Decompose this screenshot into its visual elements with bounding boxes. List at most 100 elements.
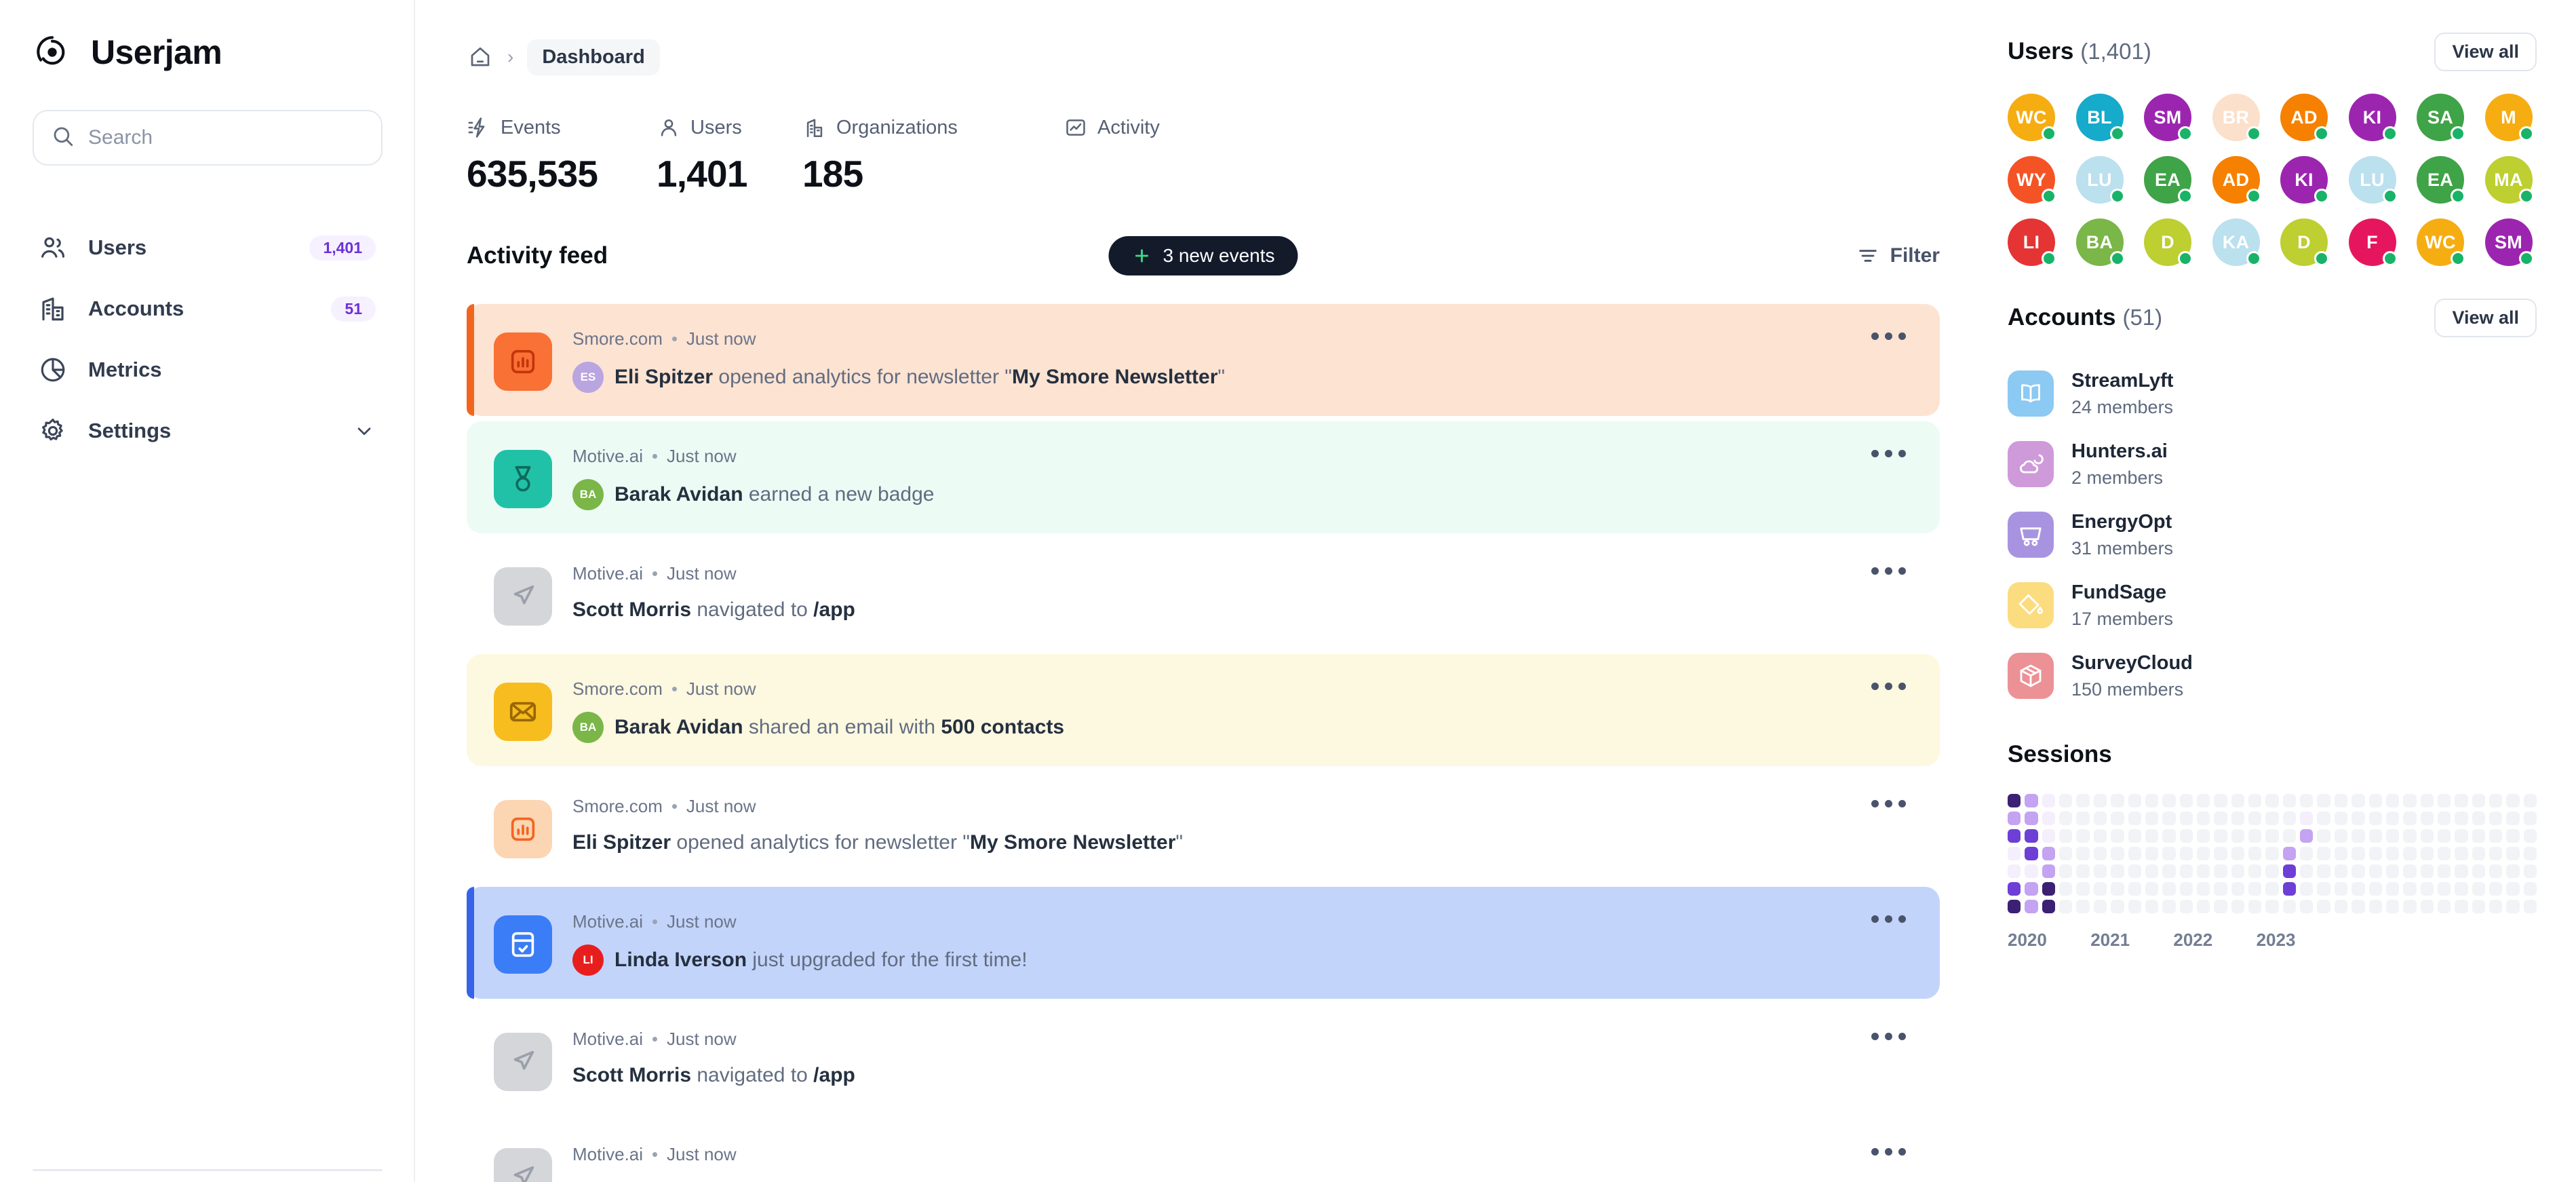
- heatmap-cell[interactable]: [2111, 882, 2124, 896]
- heatmap-cell[interactable]: [2025, 882, 2038, 896]
- heatmap-cell[interactable]: [2145, 794, 2159, 807]
- heatmap-cell[interactable]: [2145, 900, 2159, 913]
- heatmap-cell[interactable]: [2420, 847, 2434, 860]
- heatmap-cell[interactable]: [2317, 829, 2330, 843]
- heatmap-cell[interactable]: [2437, 882, 2451, 896]
- heatmap-cell[interactable]: [2368, 882, 2382, 896]
- avatar[interactable]: WY: [2008, 156, 2056, 204]
- heatmap-cell[interactable]: [2523, 812, 2537, 825]
- heatmap-cell[interactable]: [2351, 829, 2365, 843]
- heatmap-cell[interactable]: [2145, 847, 2159, 860]
- heatmap-cell[interactable]: [2214, 900, 2227, 913]
- heatmap-cell[interactable]: [2506, 812, 2520, 825]
- heatmap-cell[interactable]: [2093, 900, 2107, 913]
- heatmap-cell[interactable]: [2368, 829, 2382, 843]
- heatmap-cell[interactable]: [2437, 812, 2451, 825]
- heatmap-cell[interactable]: [2042, 794, 2056, 807]
- heatmap-cell[interactable]: [2179, 900, 2193, 913]
- heatmap-cell[interactable]: [2025, 812, 2038, 825]
- heatmap-cell[interactable]: [2265, 882, 2279, 896]
- activity-item-more-button[interactable]: [1865, 1141, 1913, 1162]
- heatmap-cell[interactable]: [2196, 900, 2210, 913]
- heatmap-cell[interactable]: [2196, 882, 2210, 896]
- heatmap-cell[interactable]: [2368, 812, 2382, 825]
- heatmap-cell[interactable]: [2214, 794, 2227, 807]
- heatmap-cell[interactable]: [2506, 900, 2520, 913]
- heatmap-cell[interactable]: [2025, 794, 2038, 807]
- heatmap-cell[interactable]: [2162, 812, 2176, 825]
- heatmap-cell[interactable]: [2265, 847, 2279, 860]
- home-icon[interactable]: [467, 43, 494, 71]
- heatmap-cell[interactable]: [2196, 847, 2210, 860]
- heatmap-cell[interactable]: [2385, 900, 2400, 913]
- heatmap-cell[interactable]: [2025, 829, 2038, 843]
- heatmap-cell[interactable]: [2042, 864, 2056, 878]
- heatmap-cell[interactable]: [2472, 864, 2486, 878]
- account-list-item[interactable]: FundSage 17 members: [2008, 570, 2537, 641]
- heatmap-cell[interactable]: [2334, 864, 2348, 878]
- stat-events[interactable]: Events 635,535: [467, 113, 657, 195]
- users-view-all-button[interactable]: View all: [2434, 32, 2537, 71]
- heatmap-cell[interactable]: [2317, 794, 2330, 807]
- heatmap-cell[interactable]: [2231, 794, 2245, 807]
- heatmap-cell[interactable]: [2008, 900, 2021, 913]
- heatmap-cell[interactable]: [2093, 882, 2107, 896]
- heatmap-cell[interactable]: [2489, 900, 2503, 913]
- heatmap-cell[interactable]: [2093, 829, 2107, 843]
- heatmap-cell[interactable]: [2420, 882, 2434, 896]
- heatmap-cell[interactable]: [2351, 794, 2365, 807]
- heatmap-cell[interactable]: [2472, 900, 2486, 913]
- heatmap-cell[interactable]: [2334, 847, 2348, 860]
- activity-feed-item[interactable]: Motive.ai Just now Scott Morris navigated …: [467, 1120, 1940, 1182]
- heatmap-cell[interactable]: [2472, 882, 2486, 896]
- heatmap-cell[interactable]: [2231, 829, 2245, 843]
- heatmap-cell[interactable]: [2300, 847, 2314, 860]
- heatmap-cell[interactable]: [2489, 847, 2503, 860]
- heatmap-cell[interactable]: [2076, 847, 2090, 860]
- heatmap-cell[interactable]: [2231, 900, 2245, 913]
- heatmap-cell[interactable]: [2385, 794, 2400, 807]
- chevron-down-icon[interactable]: [353, 419, 376, 442]
- heatmap-cell[interactable]: [2128, 829, 2141, 843]
- heatmap-cell[interactable]: [2403, 847, 2417, 860]
- heatmap-cell[interactable]: [2128, 864, 2141, 878]
- activity-item-more-button[interactable]: [1865, 793, 1913, 814]
- heatmap-cell[interactable]: [2059, 829, 2073, 843]
- heatmap-cell[interactable]: [2196, 829, 2210, 843]
- heatmap-cell[interactable]: [2472, 829, 2486, 843]
- heatmap-cell[interactable]: [2042, 882, 2056, 896]
- activity-feed-item[interactable]: Motive.ai Just now LI Linda Iverson just up…: [467, 887, 1940, 999]
- heatmap-cell[interactable]: [2248, 794, 2262, 807]
- heatmap-cell[interactable]: [2145, 882, 2159, 896]
- stat-organizations[interactable]: Organizations 185: [802, 113, 1063, 195]
- avatar[interactable]: EA: [2144, 156, 2193, 204]
- heatmap-cell[interactable]: [2111, 794, 2124, 807]
- heatmap-cell[interactable]: [2179, 847, 2193, 860]
- heatmap-cell[interactable]: [2025, 864, 2038, 878]
- avatar[interactable]: KA: [2212, 218, 2261, 266]
- heatmap-cell[interactable]: [2214, 847, 2227, 860]
- heatmap-cell[interactable]: [2420, 812, 2434, 825]
- activity-feed-item[interactable]: Motive.ai Just now BA Barak Avidan earned a…: [467, 421, 1940, 533]
- heatmap-cell[interactable]: [2506, 847, 2520, 860]
- heatmap-cell[interactable]: [2403, 794, 2417, 807]
- heatmap-cell[interactable]: [2403, 900, 2417, 913]
- heatmap-cell[interactable]: [2300, 829, 2314, 843]
- heatmap-cell[interactable]: [2455, 900, 2468, 913]
- activity-item-more-button[interactable]: [1865, 1026, 1913, 1047]
- heatmap-cell[interactable]: [2334, 900, 2348, 913]
- heatmap-cell[interactable]: [2282, 829, 2297, 843]
- activity-item-more-button[interactable]: [1865, 443, 1913, 464]
- heatmap-cell[interactable]: [2076, 882, 2090, 896]
- heatmap-cell[interactable]: [2317, 812, 2330, 825]
- heatmap-cell[interactable]: [2145, 812, 2159, 825]
- heatmap-cell[interactable]: [2179, 882, 2193, 896]
- heatmap-cell[interactable]: [2265, 900, 2279, 913]
- heatmap-cell[interactable]: [2248, 829, 2262, 843]
- activity-feed-item[interactable]: Motive.ai Just now Scott Morris navigated …: [467, 539, 1940, 649]
- heatmap-cell[interactable]: [2300, 794, 2314, 807]
- heatmap-cell[interactable]: [2196, 812, 2210, 825]
- sidebar-item-settings[interactable]: Settings: [33, 400, 381, 461]
- heatmap-cell[interactable]: [2489, 794, 2503, 807]
- heatmap-cell[interactable]: [2008, 864, 2021, 878]
